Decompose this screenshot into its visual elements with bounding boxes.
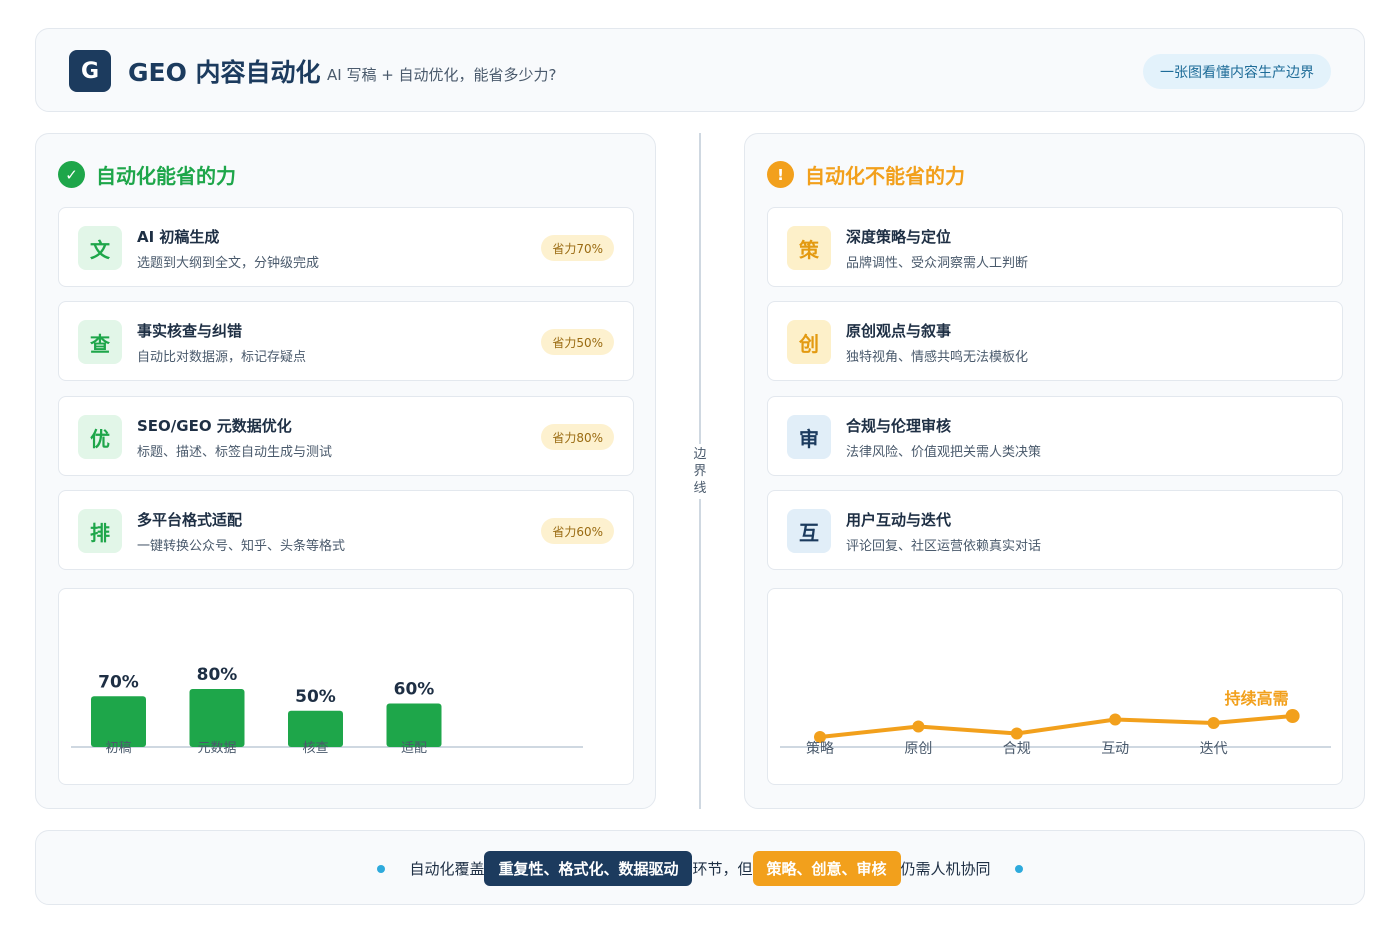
card-desc: 一键转换公众号、知乎、头条等格式 — [137, 539, 346, 554]
savings-bar-chart: 70% 初稿 80% 元数据 50% 核查 60% 适配 — [58, 588, 634, 785]
card-desc: 自动比对数据源，标记存疑点 — [137, 350, 307, 365]
card-title: 多平台格式适配 — [137, 511, 243, 529]
automatable-card[interactable]: 排 多平台格式适配 一键转换公众号、知乎、头条等格式 省力60% — [58, 490, 634, 570]
non-automatable-card[interactable]: 审 合规与伦理审核 法律风险、价值观把关需人类决策 — [767, 396, 1343, 476]
bar-value-label: 70% — [98, 672, 139, 692]
savings-badge: 省力50% — [541, 329, 614, 355]
card-title: AI 初稿生成 — [137, 228, 220, 246]
savings-badge: 省力70% — [541, 235, 614, 261]
bar-category-label: 核查 — [302, 741, 328, 756]
header-tag-pill[interactable]: 一张图看懂内容生产边界 — [1143, 54, 1331, 89]
line-chart-svg: 策略 原创 合规 互动 迭代 持续高需 — [780, 689, 1331, 757]
bar-value-label: 80% — [197, 665, 238, 685]
review-icon: 审 — [787, 415, 831, 459]
card-desc: 评论回复、社区运营依赖真实对话 — [846, 539, 1042, 554]
card-title: 合规与伦理审核 — [846, 417, 952, 435]
bar-category-label: 适配 — [401, 741, 427, 756]
automatable-heading: ✓ 自动化能省的力 — [58, 160, 236, 189]
savings-badge: 省力60% — [541, 518, 614, 544]
strategy-icon: 策 — [787, 226, 831, 270]
header-panel: G GEO 内容自动化 AI 写稿 + 自动优化，能省多少力? 一张图看懂内容生… — [35, 28, 1365, 112]
non-automatable-card[interactable]: 互 用户互动与迭代 评论回复、社区运营依赖真实对话 — [767, 490, 1343, 570]
card-desc: 法律风险、价值观把关需人类决策 — [846, 445, 1042, 460]
summary-highlight-human: 策略、创意、审核 — [752, 851, 901, 886]
line-category-label: 原创 — [904, 741, 932, 757]
bar-category-label: 元数据 — [197, 741, 236, 756]
bullet-dot-icon — [377, 864, 386, 873]
automatable-heading-text: 自动化能省的力 — [96, 164, 236, 188]
bar-chart-svg: 70% 初稿 80% 元数据 50% 核查 60% 适配 — [71, 665, 583, 756]
creative-icon: 创 — [787, 320, 831, 364]
demand-series-line — [818, 714, 1295, 739]
check-icon: ✓ — [58, 161, 85, 188]
non-automatable-card[interactable]: 策 深度策略与定位 品牌调性、受众洞察需人工判断 — [767, 207, 1343, 287]
summary-footer: 自动化覆盖 重复性、格式化、数据驱动 环节，但 策略、创意、审核 仍需人机协同 — [35, 830, 1365, 905]
optimize-icon: 优 — [78, 415, 122, 459]
card-desc: 标题、描述、标签自动生成与测试 — [137, 445, 333, 460]
non-automatable-panel: ! 自动化不能省的力 策 深度策略与定位 品牌调性、受众洞察需人工判断 创 原创… — [744, 133, 1365, 809]
automatable-card[interactable]: 优 SEO/GEO 元数据优化 标题、描述、标签自动生成与测试 省力80% — [58, 396, 634, 476]
check-facts-icon: 查 — [78, 320, 122, 364]
draft-icon: 文 — [78, 226, 122, 270]
bar-category-label: 初稿 — [105, 740, 131, 756]
line-point-5 — [1285, 709, 1300, 723]
bar-0 — [91, 696, 146, 747]
page-subtitle: AI 写稿 + 自动优化，能省多少力? — [327, 66, 557, 84]
summary-highlight-automatable: 重复性、格式化、数据驱动 — [484, 851, 693, 886]
line-point-2 — [1010, 727, 1023, 740]
non-automatable-heading-text: 自动化不能省的力 — [805, 164, 965, 188]
card-title: 事实核查与纠错 — [137, 322, 243, 340]
card-desc: 独特视角、情感共鸣无法模板化 — [846, 350, 1029, 365]
bar-1 — [189, 689, 245, 747]
automatable-panel: ✓ 自动化能省的力 文 AI 初稿生成 选题到大纲到全文，分钟级完成 省力70%… — [35, 133, 656, 809]
automatable-card[interactable]: 查 事实核查与纠错 自动比对数据源，标记存疑点 省力50% — [58, 301, 634, 381]
line-category-label: 策略 — [806, 740, 834, 757]
demand-line-chart: 策略 原创 合规 互动 迭代 持续高需 — [767, 588, 1343, 785]
card-title: 用户互动与迭代 — [846, 511, 952, 529]
card-desc: 品牌调性、受众洞察需人工判断 — [846, 256, 1029, 271]
non-automatable-heading: ! 自动化不能省的力 — [767, 160, 965, 189]
line-point-3 — [1109, 713, 1122, 726]
summary-middle: 环节，但 — [692, 860, 753, 878]
line-annotation: 持续高需 — [1225, 689, 1289, 708]
line-category-label: 迭代 — [1200, 741, 1228, 757]
line-category-label: 合规 — [1003, 741, 1031, 757]
non-automatable-card[interactable]: 创 原创观点与叙事 独特视角、情感共鸣无法模板化 — [767, 301, 1343, 381]
line-point-1 — [912, 720, 925, 733]
automatable-card[interactable]: 文 AI 初稿生成 选题到大纲到全文，分钟级完成 省力70% — [58, 207, 634, 287]
line-category-label: 互动 — [1101, 741, 1129, 757]
bar-value-label: 50% — [295, 687, 336, 707]
line-point-4 — [1207, 717, 1220, 729]
boundary-label: 边界线 — [689, 444, 711, 499]
layout-icon: 排 — [78, 509, 122, 553]
card-title: SEO/GEO 元数据优化 — [137, 417, 292, 435]
summary-tail: 仍需人机协同 — [900, 860, 991, 878]
summary-row: 自动化覆盖 重复性、格式化、数据驱动 环节，但 策略、创意、审核 仍需人机协同 — [36, 831, 1364, 906]
interaction-icon: 互 — [787, 509, 831, 553]
bullet-dot-icon — [1014, 864, 1023, 873]
savings-badge: 省力80% — [541, 424, 614, 450]
summary-lead: 自动化覆盖 — [409, 860, 485, 878]
card-title: 原创观点与叙事 — [846, 322, 952, 340]
page-title: GEO 内容自动化 — [128, 58, 321, 87]
card-desc: 选题到大纲到全文，分钟级完成 — [137, 256, 320, 271]
warning-icon: ! — [767, 161, 794, 188]
bar-value-label: 60% — [394, 680, 435, 700]
logo-icon: G — [69, 50, 111, 92]
card-title: 深度策略与定位 — [846, 228, 952, 246]
